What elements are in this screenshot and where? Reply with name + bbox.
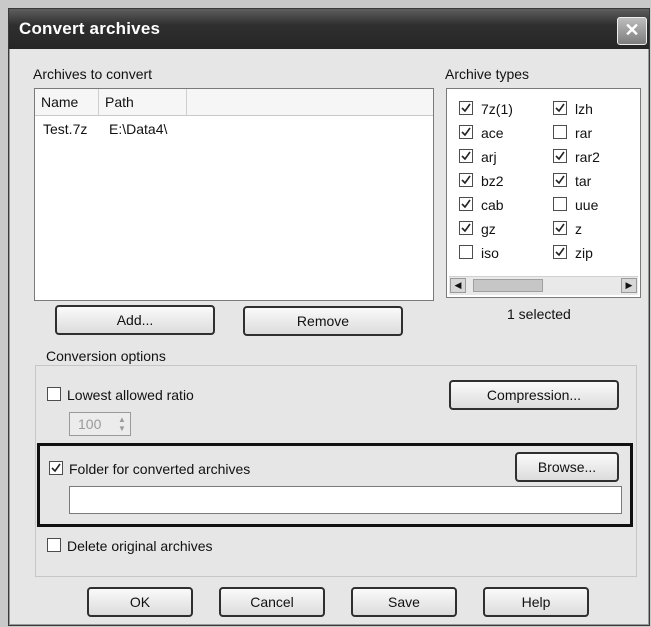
scroll-right-arrow-icon[interactable]: ▶	[621, 278, 637, 293]
checkbox-box	[459, 221, 473, 235]
archive-type-label: arj	[481, 149, 497, 165]
lowest-ratio-checkbox[interactable]: Lowest allowed ratio	[47, 385, 287, 405]
archive-type-uue-checkbox[interactable]: uue	[553, 195, 633, 215]
archive-type-bz2-checkbox[interactable]: bz2	[459, 171, 539, 191]
scrollbar-thumb[interactable]	[473, 279, 543, 292]
archives-list[interactable]: Name Path Test.7z E:\Data4\	[34, 88, 434, 301]
spin-arrows-icon[interactable]: ▲ ▼	[116, 415, 128, 433]
save-button[interactable]: Save	[351, 587, 457, 617]
archive-type-gz-checkbox[interactable]: gz	[459, 219, 539, 239]
checkbox-box	[553, 101, 567, 115]
archive-type-label: rar2	[575, 149, 600, 165]
checkbox-box	[459, 197, 473, 211]
browse-button[interactable]: Browse...	[515, 452, 619, 482]
archive-type-label: rar	[575, 125, 593, 141]
lowest-ratio-label: Lowest allowed ratio	[67, 387, 194, 403]
close-button[interactable]: ✕	[617, 17, 647, 45]
archive-type-label: gz	[481, 221, 496, 237]
conversion-options-label: Conversion options	[43, 348, 169, 364]
checkmark-icon	[555, 247, 565, 257]
delete-original-label: Delete original archives	[67, 538, 213, 554]
checkbox-box	[47, 538, 61, 552]
archive-type-label: iso	[481, 245, 499, 261]
window-title: Convert archives	[19, 19, 161, 38]
convert-archives-dialog: Convert archives ✕ Archives to convert N…	[8, 8, 650, 626]
archive-type-label: ace	[481, 125, 504, 141]
column-header-name[interactable]: Name	[35, 89, 99, 115]
checkmark-icon	[555, 175, 565, 185]
checkbox-box	[553, 125, 567, 139]
checkbox-box	[459, 173, 473, 187]
archive-type-label: bz2	[481, 173, 504, 189]
scroll-left-arrow-icon[interactable]: ◀	[450, 278, 466, 293]
archive-type-arj-checkbox[interactable]: arj	[459, 147, 539, 167]
checkbox-box	[459, 245, 473, 259]
archive-type-lzh-checkbox[interactable]: lzh	[553, 99, 633, 119]
selected-status: 1 selected	[507, 306, 571, 322]
archive-type-cab-checkbox[interactable]: cab	[459, 195, 539, 215]
checkbox-box	[459, 149, 473, 163]
archive-type-z-checkbox[interactable]: z	[553, 219, 633, 239]
archive-type-label: uue	[575, 197, 599, 213]
checkbox-box	[49, 461, 63, 475]
checkmark-icon	[461, 175, 471, 185]
folder-path-field[interactable]	[69, 486, 622, 514]
title-bar[interactable]: Convert archives ✕	[9, 9, 649, 49]
archive-type-label: lzh	[575, 101, 593, 117]
archive-name: Test.7z	[43, 121, 88, 137]
help-button[interactable]: Help	[483, 587, 589, 617]
archive-type-label: z	[575, 221, 582, 237]
add-button[interactable]: Add...	[55, 305, 215, 335]
checkmark-icon	[51, 463, 61, 473]
checkmark-icon	[555, 103, 565, 113]
checkbox-box	[459, 101, 473, 115]
checkbox-box	[553, 245, 567, 259]
ok-button[interactable]: OK	[87, 587, 193, 617]
archives-group-label: Archives to convert	[33, 66, 153, 82]
checkmark-icon	[461, 103, 471, 113]
checkbox-box	[47, 387, 61, 401]
checkmark-icon	[555, 223, 565, 233]
folder-label: Folder for converted archives	[69, 461, 251, 477]
column-header-path[interactable]: Path	[99, 89, 187, 115]
horizontal-scrollbar[interactable]: ◀ ▶	[449, 276, 638, 295]
checkmark-icon	[461, 223, 471, 233]
archive-type-tar-checkbox[interactable]: tar	[553, 171, 633, 191]
checkmark-icon	[461, 127, 471, 137]
archive-type-label: tar	[575, 173, 592, 189]
checkmark-icon	[461, 199, 471, 209]
list-header: Name Path	[35, 89, 433, 116]
cancel-button[interactable]: Cancel	[219, 587, 325, 617]
checkbox-box	[553, 173, 567, 187]
archive-type-iso-checkbox[interactable]: iso	[459, 243, 539, 263]
lowest-ratio-stepper[interactable]: 100 ▲ ▼	[69, 412, 131, 436]
list-item[interactable]: Test.7z E:\Data4\	[35, 119, 433, 139]
archive-type-7z1-checkbox[interactable]: 7z(1)	[459, 99, 539, 119]
archive-type-label: 7z(1)	[481, 101, 513, 117]
archive-type-rar2-checkbox[interactable]: rar2	[553, 147, 633, 167]
checkbox-box	[553, 197, 567, 211]
checkbox-box	[553, 149, 567, 163]
folder-checkbox[interactable]: Folder for converted archives	[49, 459, 329, 479]
archive-type-rar-checkbox[interactable]: rar	[553, 123, 633, 143]
delete-original-checkbox[interactable]: Delete original archives	[47, 536, 287, 556]
checkbox-box	[553, 221, 567, 235]
archive-types-label: Archive types	[445, 66, 530, 82]
archive-types-list[interactable]: 7z(1) ace arj bz2 cab gz iso lzh rar rar2 tar uue z…	[446, 88, 641, 298]
ratio-value: 100	[78, 416, 102, 432]
archive-type-zip-checkbox[interactable]: zip	[553, 243, 633, 263]
compression-button[interactable]: Compression...	[449, 380, 619, 410]
archive-type-label: cab	[481, 197, 504, 213]
checkbox-box	[459, 125, 473, 139]
archive-type-label: zip	[575, 245, 593, 261]
checkmark-icon	[555, 151, 565, 161]
remove-button[interactable]: Remove	[243, 306, 403, 336]
close-icon: ✕	[624, 20, 640, 40]
archive-type-ace-checkbox[interactable]: ace	[459, 123, 539, 143]
archive-path: E:\Data4\	[109, 121, 168, 137]
checkmark-icon	[461, 151, 471, 161]
